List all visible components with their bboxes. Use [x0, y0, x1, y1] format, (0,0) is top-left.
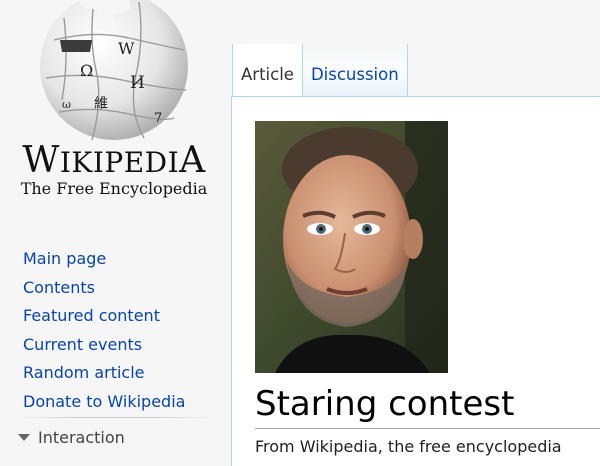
- page-tabs: Article Discussion: [232, 44, 408, 96]
- wordmark-title: WIKIPEDIA: [22, 140, 206, 181]
- article-tagline: From Wikipedia, the free encyclopedia: [255, 437, 562, 456]
- wikipedia-logo[interactable]: Ω W И 維 ω 7 WIKIPEDIA The Free Encyclope…: [0, 0, 228, 210]
- article-title: Staring contest: [255, 382, 600, 429]
- sidebar-item-donate[interactable]: Donate to Wikipedia: [23, 388, 223, 417]
- tab-discussion-label: Discussion: [310, 65, 399, 84]
- svg-text:W: W: [118, 39, 135, 58]
- sidebar-item-current-events[interactable]: Current events: [23, 331, 223, 360]
- puzzle-globe-icon: Ω W И 維 ω 7: [40, 0, 188, 141]
- tab-discussion[interactable]: Discussion: [301, 44, 408, 96]
- sidebar-item-random-article[interactable]: Random article: [23, 359, 223, 388]
- svg-text:И: И: [130, 73, 145, 93]
- sidebar-item-main-page[interactable]: Main page: [23, 245, 223, 274]
- article-portrait-image[interactable]: [255, 121, 448, 373]
- sidebar-navigation: Main page Contents Featured content Curr…: [23, 245, 223, 416]
- wordmark-tagline: The Free Encyclopedia: [20, 179, 208, 198]
- svg-text:Ω: Ω: [80, 61, 93, 80]
- sidebar-item-contents[interactable]: Contents: [23, 274, 223, 303]
- svg-text:ω: ω: [62, 98, 71, 111]
- sidebar-divider: [18, 417, 213, 418]
- tab-article-label: Article: [241, 65, 294, 84]
- wikipedia-wordmark: WIKIPEDIA The Free Encyclopedia: [0, 140, 228, 199]
- sidebar-item-featured-content[interactable]: Featured content: [23, 302, 223, 331]
- portal-heading: Interaction: [38, 428, 125, 447]
- svg-text:維: 維: [94, 96, 108, 112]
- tab-article[interactable]: Article: [232, 44, 302, 96]
- article-content: Staring contest From Wikipedia, the free…: [231, 96, 600, 466]
- interaction-portal-toggle[interactable]: Interaction: [18, 428, 125, 447]
- svg-text:7: 7: [154, 111, 162, 126]
- portrait-photo-icon: [255, 121, 448, 373]
- triangle-down-icon: [18, 434, 30, 441]
